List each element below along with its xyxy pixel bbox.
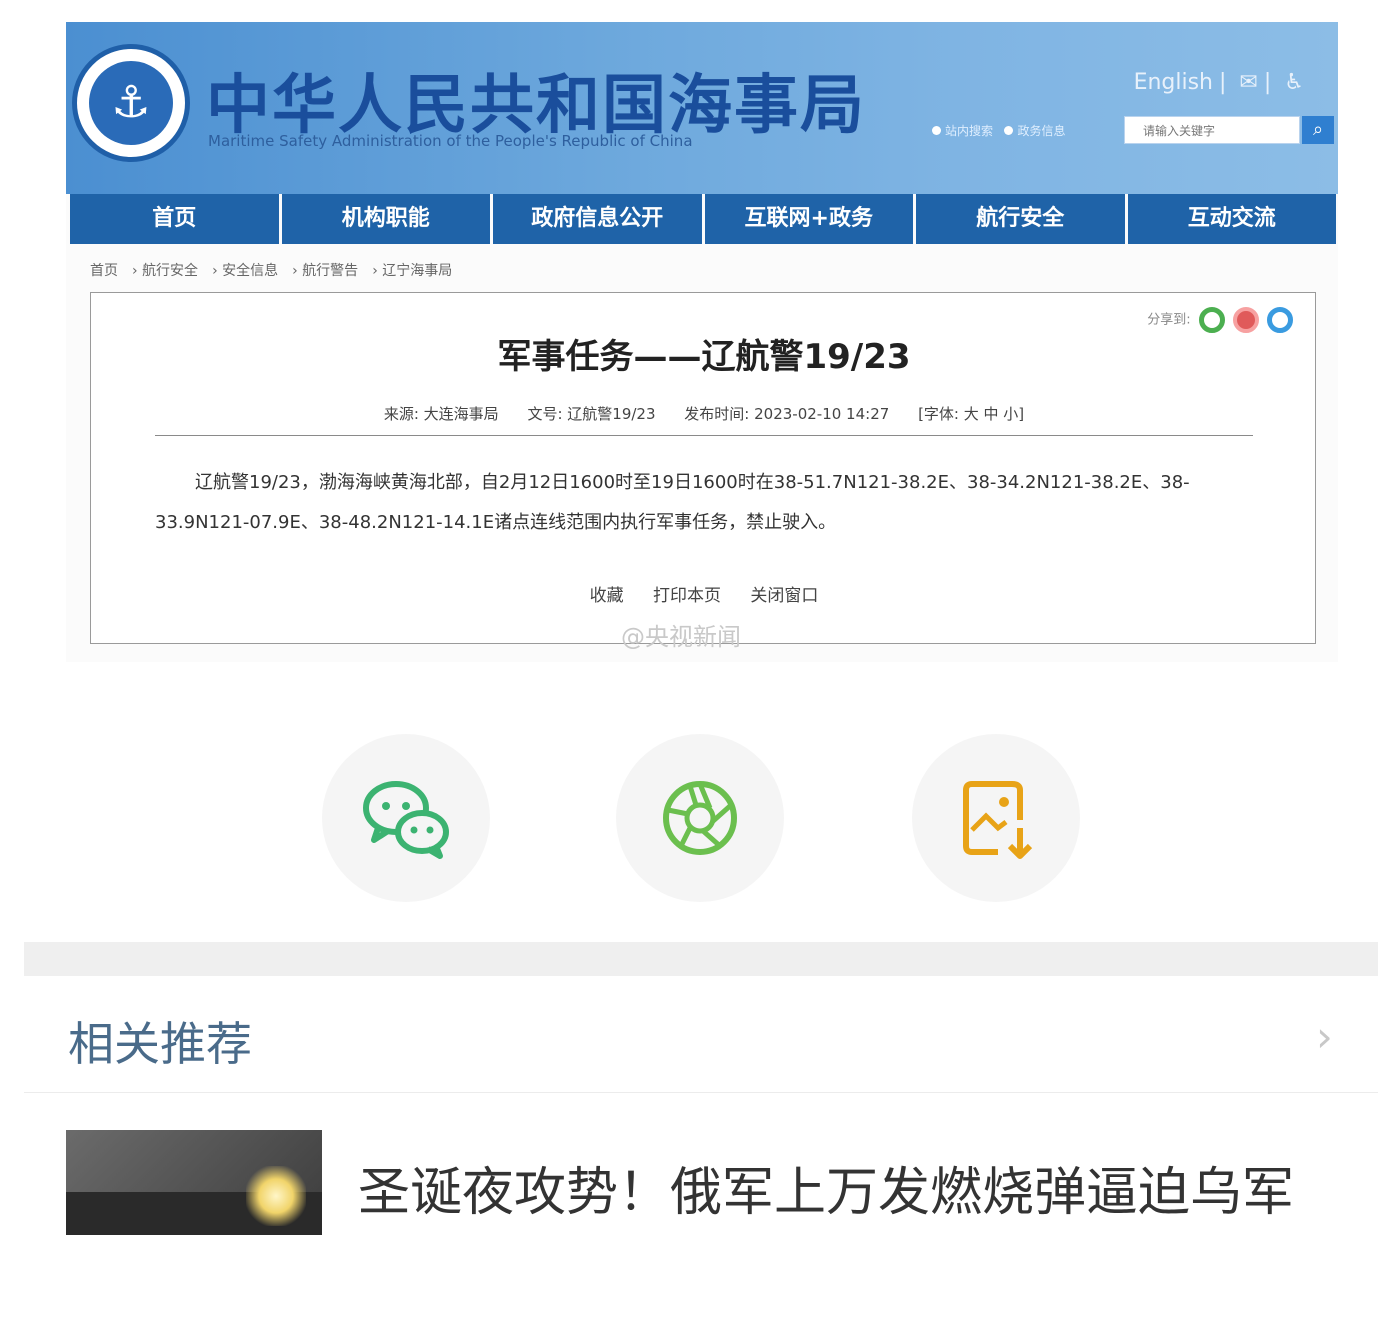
crumb-safety-info[interactable]: 安全信息 [222, 263, 278, 279]
breadcrumb: 首页 › 航行安全 › 安全信息 › 航行警告 › 辽宁海事局 [90, 263, 453, 279]
nav-navigation-safety[interactable]: 航行安全 [916, 194, 1128, 244]
share-label: 分享到: [1147, 312, 1191, 328]
article-meta: 来源: 大连海事局 文号: 辽航警19/23 发布时间: 2023-02-10 … [91, 403, 1317, 424]
share-wechat-button[interactable] [322, 734, 490, 902]
crumb-liaoning[interactable]: 辽宁海事局 [382, 263, 452, 279]
meta-source: 来源: 大连海事局 [383, 405, 499, 423]
site-banner: ⚓ 中华人民共和国海事局 Maritime Safety Administrat… [66, 22, 1338, 194]
save-image-button[interactable] [912, 734, 1080, 902]
top-links: English | ✉ | ♿ [1133, 70, 1304, 95]
save-image-icon [963, 781, 1033, 859]
divider [24, 1092, 1378, 1093]
article-actions: 收藏 打印本页 关闭窗口 [91, 581, 1317, 606]
chevron-right-icon[interactable]: › [1316, 1012, 1333, 1061]
search-scope: 站内搜索 政务信息 [932, 122, 1065, 139]
main-nav: 首页 机构职能 政府信息公开 互联网+政务 航行安全 互动交流 [70, 194, 1336, 244]
nav-functions[interactable]: 机构职能 [281, 194, 493, 244]
search-input[interactable]: 请输入关键字 [1124, 116, 1300, 144]
wechat-icon [363, 781, 449, 859]
print-link[interactable]: 打印本页 [653, 586, 721, 606]
blank-area [0, 1236, 1380, 1320]
nav-home[interactable]: 首页 [70, 194, 282, 244]
article-body: 辽航警19/23，渤海海峡黄海北部，自2月12日1600时至19日1600时在3… [155, 472, 1190, 533]
webpage-screenshot: ⚓ 中华人民共和国海事局 Maritime Safety Administrat… [66, 22, 1338, 662]
nav-internet-gov[interactable]: 互联网+政务 [704, 194, 916, 244]
crumb-warnings[interactable]: 航行警告 [302, 263, 358, 279]
radio-gov[interactable] [1004, 126, 1014, 135]
crumb-nav-safety[interactable]: 航行安全 [142, 263, 198, 279]
section-divider [24, 942, 1378, 976]
weibo-watermark: @央视新闻 [621, 623, 741, 651]
radio-site-label: 站内搜索 [945, 124, 994, 138]
msa-emblem-icon: ⚓ [72, 44, 190, 162]
mail-icon[interactable]: ✉ [1239, 70, 1257, 95]
accessibility-icon[interactable]: ♿ [1284, 70, 1304, 95]
moments-icon [663, 781, 737, 855]
news-thumbnail[interactable] [66, 1130, 322, 1235]
meta-doc-no: 文号: 辽航警19/23 [527, 405, 656, 423]
favorite-link[interactable]: 收藏 [590, 586, 624, 606]
nav-gov-info[interactable]: 政府信息公开 [493, 194, 705, 244]
search-icon[interactable]: ⌕ [1302, 116, 1334, 144]
recommend-title: 相关推荐 [68, 1017, 252, 1071]
close-window-link[interactable]: 关闭窗口 [750, 586, 818, 606]
radio-site[interactable] [932, 126, 941, 135]
crumb-home[interactable]: 首页 [90, 263, 118, 279]
font-size-switch[interactable]: [字体: 大 中 小] [918, 405, 1024, 423]
share-moments-button[interactable] [616, 734, 784, 902]
radio-gov-label: 政务信息 [1017, 124, 1066, 138]
meta-published: 发布时间: 2023-02-10 14:27 [684, 405, 890, 423]
divider [155, 435, 1253, 436]
article-title: 军事任务——辽航警19/23 [497, 337, 911, 377]
english-link[interactable]: English [1134, 70, 1213, 95]
nav-interaction[interactable]: 互动交流 [1127, 194, 1336, 244]
site-subtitle: Maritime Safety Administration of the Pe… [208, 132, 693, 150]
news-item-title[interactable]: 圣诞夜攻势！俄军上万发燃烧弹逼迫乌军 [358, 1150, 1294, 1225]
article-card: 分享到: 军事任务——辽航警19/23 来源: 大连海事局 文号: 辽航警19/… [90, 292, 1317, 651]
